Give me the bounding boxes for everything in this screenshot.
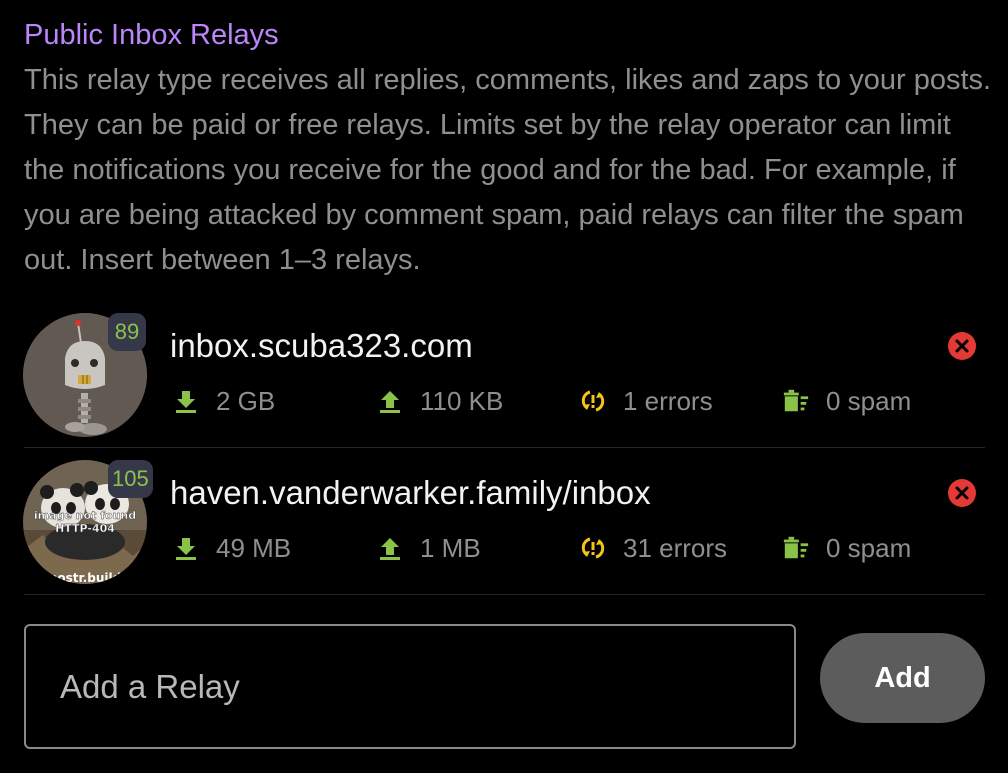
- spam-stat: 0 spam: [782, 384, 911, 418]
- avatar-overlay-text: HTTP-404: [55, 522, 115, 535]
- spam-stat: 0 spam: [782, 531, 911, 565]
- download-value: 2 GB: [216, 385, 276, 416]
- upload-stat: 1 MB: [376, 531, 481, 565]
- relay-url: inbox.scuba323.com: [170, 327, 473, 364]
- upload-icon: [376, 387, 404, 415]
- remove-circle-icon: [948, 479, 976, 507]
- relay-row[interactable]: 89 inbox.scuba323.com 2 GB 110 KB 1 erro…: [0, 302, 1008, 448]
- upload-icon: [376, 534, 404, 562]
- section-description: This relay type receives all replies, co…: [24, 64, 992, 276]
- remove-relay-button[interactable]: [947, 331, 977, 361]
- download-stat: 2 GB: [172, 384, 275, 418]
- sync-problem-icon: [579, 534, 607, 562]
- add-relay-button[interactable]: Add: [820, 633, 985, 723]
- section-title: Public Inbox Relays: [24, 19, 279, 51]
- sync-problem-icon: [579, 387, 607, 415]
- download-icon: [172, 534, 200, 562]
- remove-circle-icon: [948, 332, 976, 360]
- upload-stat: 110 KB: [376, 384, 503, 418]
- avatar-overlay-text: nostr.build: [49, 571, 121, 584]
- errors-stat: 1 errors: [579, 384, 713, 418]
- download-stat: 49 MB: [172, 531, 291, 565]
- errors-value: 31 errors: [623, 532, 728, 563]
- delete-sweep-icon: [782, 387, 810, 415]
- spam-value: 0 spam: [826, 532, 912, 563]
- delete-sweep-icon: [782, 534, 810, 562]
- download-value: 49 MB: [216, 532, 292, 563]
- relay-url: haven.vanderwarker.family/inbox: [170, 474, 651, 511]
- upload-value: 110 KB: [420, 385, 504, 416]
- upload-value: 1 MB: [420, 532, 481, 563]
- errors-stat: 31 errors: [579, 531, 727, 565]
- remove-relay-button[interactable]: [947, 478, 977, 508]
- divider: [24, 594, 985, 595]
- relay-count-badge: 89: [108, 313, 146, 351]
- add-relay-input[interactable]: [24, 624, 796, 749]
- relay-row[interactable]: image not found HTTP-404 nostr.build 105…: [0, 449, 1008, 595]
- avatar-overlay-text: image not found: [34, 509, 136, 522]
- errors-value: 1 errors: [623, 385, 713, 416]
- divider: [24, 447, 985, 448]
- download-icon: [172, 387, 200, 415]
- relay-count-badge: 105: [108, 460, 153, 498]
- spam-value: 0 spam: [826, 385, 912, 416]
